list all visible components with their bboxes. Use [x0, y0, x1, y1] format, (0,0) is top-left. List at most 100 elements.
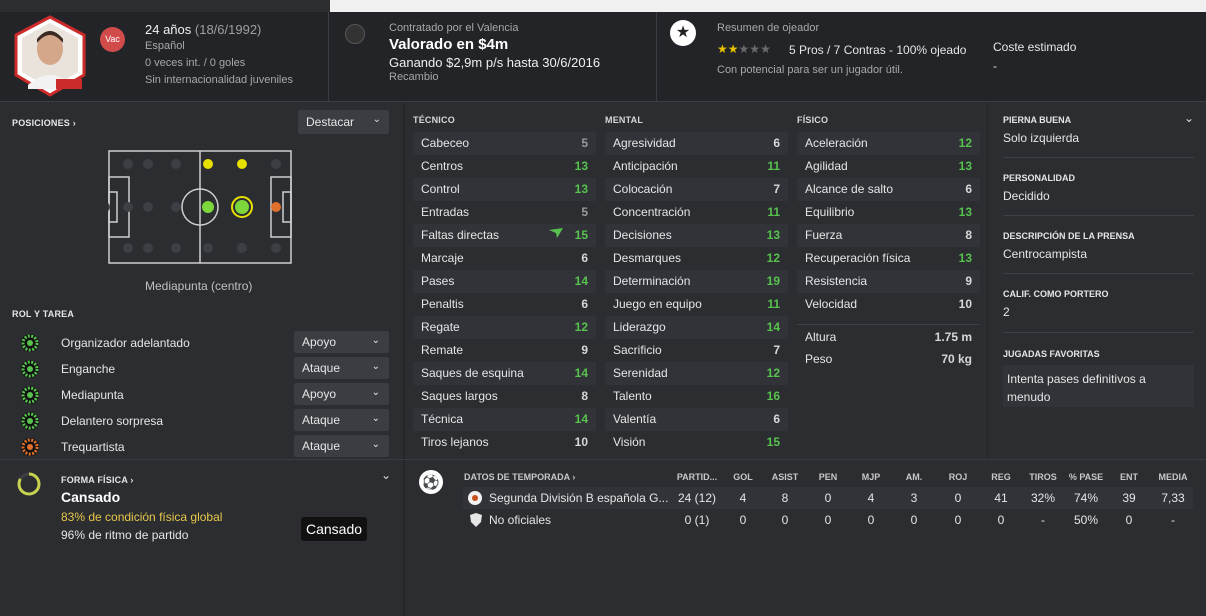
- attribute-row[interactable]: Desmarques 12: [605, 247, 788, 270]
- club-crest-icon[interactable]: [345, 24, 365, 44]
- attribute-row[interactable]: Regate 12: [413, 316, 596, 339]
- fitness-title[interactable]: FORMA FÍSICA ›: [61, 475, 134, 485]
- attribute-name: Liderazgo: [613, 320, 666, 334]
- role-suitability-icon: [21, 438, 39, 456]
- header-divider: [656, 12, 657, 102]
- attribute-name: Juego en equipo: [613, 297, 702, 311]
- role-suitability-icon: [21, 386, 39, 404]
- attribute-row[interactable]: Control 13: [413, 178, 596, 201]
- attribute-value: 16: [766, 389, 780, 403]
- attribute-value: 13: [958, 205, 972, 219]
- duty-dropdown[interactable]: Apoyo ⌄: [294, 331, 389, 353]
- attribute-row[interactable]: Resistencia 9: [797, 270, 980, 293]
- player-age: 24 años (18/6/1992): [145, 22, 261, 37]
- attribute-row[interactable]: Técnica 14: [413, 408, 596, 431]
- physical-divider: [797, 324, 980, 325]
- duty-label: Ataque: [302, 413, 341, 427]
- attribute-row[interactable]: Agresividad 6: [605, 132, 788, 155]
- attribute-name: Saques de esquina: [421, 366, 524, 380]
- attribute-row[interactable]: Decisiones 13: [605, 224, 788, 247]
- attribute-row[interactable]: Liderazgo 14: [605, 316, 788, 339]
- attribute-row[interactable]: Serenidad 12: [605, 362, 788, 385]
- attribute-row[interactable]: Entradas 5: [413, 201, 596, 224]
- height-value: 1.75 m: [934, 330, 972, 344]
- position-label: Mediapunta (centro): [145, 279, 253, 293]
- attribute-value: 6: [965, 182, 972, 196]
- attribute-row[interactable]: Alcance de salto 6: [797, 178, 980, 201]
- attribute-row[interactable]: Juego en equipo 11: [605, 293, 788, 316]
- duty-dropdown[interactable]: Ataque ⌄: [294, 435, 389, 457]
- highlight-dropdown[interactable]: Destacar ⌄: [298, 110, 389, 134]
- attribute-value: 14: [766, 320, 780, 334]
- attribute-value: 15: [574, 228, 588, 242]
- season-column-header[interactable]: MEDIA: [1143, 472, 1203, 482]
- season-row[interactable]: Segunda División B española G... 24 (12) 4…: [463, 487, 1193, 509]
- attribute-row[interactable]: Cabeceo 5: [413, 132, 596, 155]
- attribute-row[interactable]: Pases 14: [413, 270, 596, 293]
- attribute-row[interactable]: Velocidad 10: [797, 293, 980, 316]
- club-line[interactable]: Contratado por el Valencia: [389, 22, 518, 34]
- attribute-row[interactable]: Saques largos 8: [413, 385, 596, 408]
- attribute-name: Desmarques: [613, 251, 682, 265]
- role-row[interactable]: Trequartista Ataque ⌄: [18, 435, 389, 459]
- scout-star-icon[interactable]: ★: [670, 20, 696, 46]
- attribute-row[interactable]: Determinación 19: [605, 270, 788, 293]
- role-row[interactable]: Delantero sorpresa Ataque ⌄: [18, 409, 389, 433]
- attribute-value: 14: [574, 412, 588, 426]
- attribute-row[interactable]: Equilibrio 13: [797, 201, 980, 224]
- chevron-down-icon[interactable]: ⌄: [381, 468, 391, 482]
- attribute-row[interactable]: Sacrificio 7: [605, 339, 788, 362]
- attribute-row[interactable]: Colocación 7: [605, 178, 788, 201]
- duty-dropdown[interactable]: Ataque ⌄: [294, 357, 389, 379]
- gk-title: CALIF. COMO PORTERO: [1003, 289, 1109, 299]
- attribute-row[interactable]: Talento 16: [605, 385, 788, 408]
- moves-value: Intenta pases definitivos a menudo: [1003, 365, 1194, 407]
- info-divider: [1003, 332, 1194, 333]
- attribute-row[interactable]: Visión 15: [605, 431, 788, 454]
- attribute-row[interactable]: Fuerza 8: [797, 224, 980, 247]
- attribute-row[interactable]: Agilidad 13: [797, 155, 980, 178]
- attribute-row[interactable]: Anticipación 11: [605, 155, 788, 178]
- attribute-row[interactable]: Centros 13: [413, 155, 596, 178]
- role-suitability-icon: [21, 334, 39, 352]
- attribute-row[interactable]: Concentración 11: [605, 201, 788, 224]
- attribute-row[interactable]: Tiros lejanos 10: [413, 431, 596, 454]
- attribute-name: Aceleración: [805, 136, 868, 150]
- season-row[interactable]: No oficiales 0 (1) 0 0 0 0 0 0 0-50% 0-: [463, 509, 1193, 531]
- nationality[interactable]: Español: [145, 40, 185, 52]
- attribute-value: 7: [773, 182, 780, 196]
- info-divider: [1003, 157, 1194, 158]
- attribute-name: Entradas: [421, 205, 470, 219]
- attribute-row[interactable]: Valentía 6: [605, 408, 788, 431]
- star-icon: ★: [760, 42, 771, 56]
- chevron-down-icon[interactable]: ⌄: [1184, 111, 1194, 125]
- attribute-name: Colocación: [613, 182, 673, 196]
- fitness-ring-icon: [17, 472, 41, 496]
- attribute-row[interactable]: Penaltis 6: [413, 293, 596, 316]
- chevron-down-icon: ⌄: [371, 361, 380, 372]
- attribute-row[interactable]: Remate 9: [413, 339, 596, 362]
- fitness-condition: 83% de condición física global: [61, 510, 223, 524]
- attribute-value: 11: [767, 297, 780, 311]
- attribute-row[interactable]: Marcaje 6: [413, 247, 596, 270]
- role-row[interactable]: Organizador adelantado Apoyo ⌄: [18, 331, 389, 355]
- attribute-name: Sacrificio: [613, 343, 662, 357]
- role-row[interactable]: Enganche Ataque ⌄: [18, 357, 389, 381]
- football-icon[interactable]: ⚽: [419, 470, 443, 494]
- cost-value: -: [993, 59, 997, 73]
- role-row[interactable]: Mediapunta Apoyo ⌄: [18, 383, 389, 407]
- positions-title[interactable]: POSICIONES ›: [12, 118, 76, 128]
- status-badge[interactable]: Vac: [100, 27, 125, 52]
- attribute-name: Valentía: [613, 412, 657, 426]
- scout-summary[interactable]: 5 Pros / 7 Contras - 100% ojeado: [789, 43, 966, 57]
- attribute-row[interactable]: Saques de esquina 14: [413, 362, 596, 385]
- season-title[interactable]: DATOS DE TEMPORADA ›: [464, 472, 575, 482]
- attribute-row[interactable]: Aceleración 12: [797, 132, 980, 155]
- attribute-name: Serenidad: [613, 366, 668, 380]
- attribute-row[interactable]: Recuperación física 13: [797, 247, 980, 270]
- attribute-row[interactable]: Faltas directas 15: [413, 224, 596, 247]
- duty-dropdown[interactable]: Ataque ⌄: [294, 409, 389, 431]
- attribute-name: Saques largos: [421, 389, 498, 403]
- player-avatar[interactable]: [12, 15, 88, 97]
- duty-dropdown[interactable]: Apoyo ⌄: [294, 383, 389, 405]
